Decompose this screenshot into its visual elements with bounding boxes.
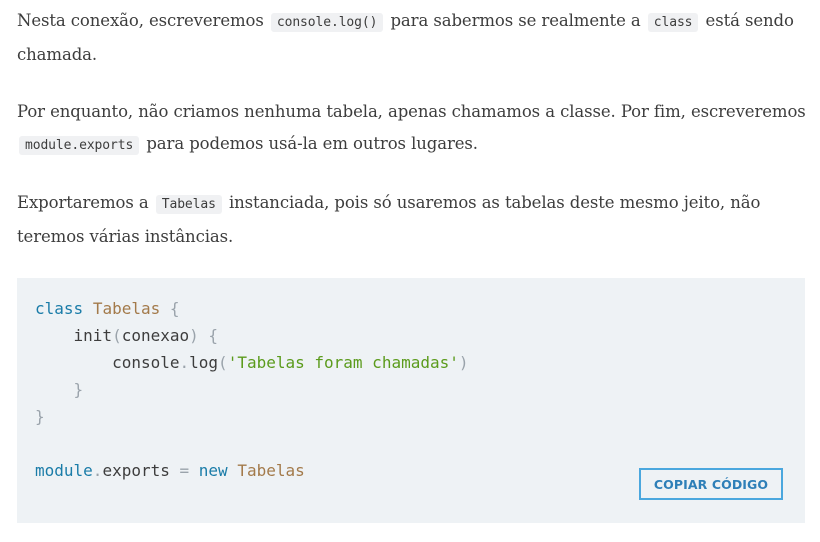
code-token: . (179, 353, 190, 372)
code-block: class Tabelas { init(conexao) { console.… (17, 278, 805, 523)
code-line: module.exports = new Tabelas (35, 461, 305, 480)
code-token: Tabelas (92, 299, 161, 318)
code-token: { (169, 299, 180, 318)
code-line: } (35, 407, 45, 426)
code-listing: class Tabelas { init(conexao) { console.… (35, 295, 469, 484)
code-token: Tabelas (237, 461, 305, 480)
code-token: init (35, 326, 113, 345)
code-token: { (208, 326, 219, 345)
code-line: console.log('Tabelas foram chamadas') (35, 353, 469, 372)
inline-code: console.log() (270, 13, 384, 32)
code-token: class (35, 299, 84, 318)
code-token: new (198, 461, 228, 480)
paragraph-text: Exportaremos a (17, 193, 154, 212)
paragraph-3: Exportaremos a Tabelas instanciada, pois… (17, 187, 807, 253)
code-token: ) (189, 326, 199, 345)
paragraph-text: Por enquanto, não criamos nenhuma tabela… (17, 102, 806, 121)
code-token: } (35, 407, 45, 426)
copy-code-button[interactable]: COPIAR CÓDIGO (639, 468, 783, 500)
code-token: 'Tabelas foram chamadas' (227, 353, 459, 372)
code-token: log (189, 353, 219, 372)
code-token: ) (458, 353, 469, 372)
inline-code: class (647, 13, 699, 32)
paragraph-2: Por enquanto, não criamos nenhuma tabela… (17, 96, 807, 162)
paragraph-text: para sabermos se realmente a (385, 11, 646, 30)
paragraph-text: Nesta conexão, escreveremos (17, 11, 269, 30)
code-line: init(conexao) { (35, 326, 219, 345)
code-line: class Tabelas { (35, 299, 180, 318)
code-token: exports (102, 461, 180, 480)
code-token: console (35, 353, 180, 372)
inline-code: Tabelas (155, 195, 222, 214)
inline-code: module.exports (19, 136, 140, 155)
code-line: } (35, 380, 84, 399)
code-token: ( (218, 353, 228, 372)
paragraph-1: Nesta conexão, escreveremos console.log(… (17, 5, 807, 71)
code-token: conexao (121, 326, 190, 345)
code-token: } (73, 380, 84, 399)
paragraph-text: para podemos usá-la em outros lugares. (141, 134, 478, 153)
code-token: = (179, 461, 190, 480)
code-token: ( (112, 326, 122, 345)
code-token: . (92, 461, 103, 480)
code-token: module (35, 461, 93, 480)
